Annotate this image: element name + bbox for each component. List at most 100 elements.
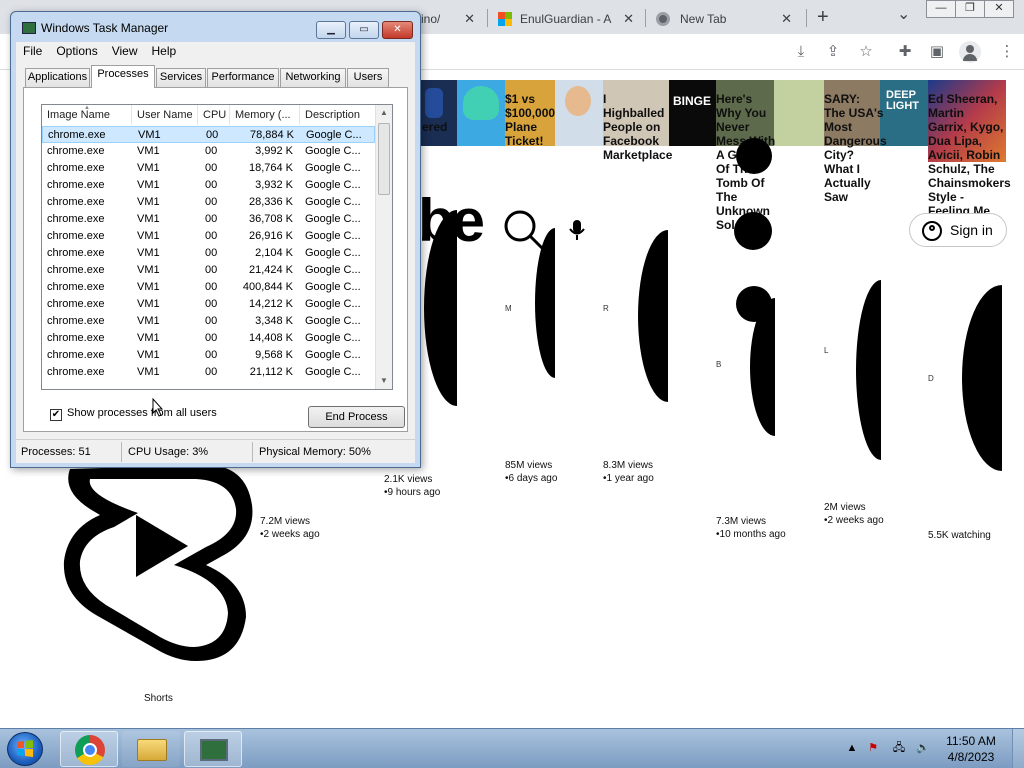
chrome-icon	[75, 735, 105, 765]
table-row[interactable]: chrome.exe VM1 00 3,992 K Google C...	[42, 143, 375, 160]
show-all-users-checkbox[interactable]: ✔	[50, 409, 62, 421]
video-title[interactable]: I Highballed People on Facebook Marketpl…	[603, 92, 672, 162]
menu-file[interactable]: File	[16, 42, 49, 60]
show-all-users-label[interactable]: Show processes from all users	[67, 407, 217, 419]
download-icon[interactable]: ⤓	[791, 42, 811, 62]
video-age: •9 hours ago	[384, 487, 441, 498]
cell-user: VM1	[137, 230, 160, 242]
show-hidden-icons[interactable]: ▲	[845, 741, 859, 755]
share-icon[interactable]: ⇪	[823, 42, 843, 62]
cell-image: chrome.exe	[47, 315, 105, 327]
close-button[interactable]: ✕	[382, 21, 413, 39]
table-row[interactable]: chrome.exe VM1 00 28,336 K Google C...	[42, 194, 375, 211]
tab-close-icon[interactable]: ✕	[623, 11, 634, 27]
minimize-button[interactable]: —	[926, 0, 956, 18]
video-thumbnail[interactable]: DEEP LIGHT	[880, 80, 928, 146]
vertical-scrollbar[interactable]: ▲ ▼	[375, 105, 392, 389]
show-desktop-button[interactable]	[1012, 729, 1024, 768]
video-title[interactable]: $1 vs $100,000 Plane Ticket!	[505, 92, 565, 148]
channel-avatar	[734, 212, 772, 250]
start-button[interactable]	[7, 732, 43, 766]
side-panel-icon[interactable]: ▣	[927, 42, 947, 62]
cell-desc: Google C...	[305, 298, 361, 310]
video-thumbnail[interactable]	[774, 80, 824, 146]
profile-icon[interactable]	[959, 41, 981, 63]
cell-image: chrome.exe	[47, 366, 105, 378]
action-center-flag-icon[interactable]: ⚑	[866, 741, 880, 755]
taskbar-task-manager[interactable]	[184, 731, 242, 767]
scrollbar-thumb[interactable]	[378, 123, 390, 195]
taskbar-explorer[interactable]	[122, 731, 180, 767]
search-icon[interactable]	[503, 209, 545, 254]
table-row[interactable]: chrome.exe VM1 00 26,916 K Google C...	[42, 228, 375, 245]
microphone-icon[interactable]	[568, 218, 586, 245]
sort-ascending-icon: ▲	[84, 105, 90, 111]
bookmark-star-icon[interactable]: ☆	[856, 42, 876, 62]
table-row[interactable]: chrome.exe VM1 00 21,112 K Google C...	[42, 364, 375, 381]
chrome-menu-icon[interactable]: ⋮	[997, 42, 1017, 62]
video-thumbnail[interactable]	[457, 80, 505, 146]
status-separator	[121, 442, 122, 462]
video-title[interactable]: ered	[422, 120, 458, 134]
column-header-description[interactable]: Description	[300, 105, 376, 125]
video-thumbnail[interactable]	[421, 80, 457, 146]
maximize-button[interactable]: ❐	[955, 0, 985, 18]
volume-muted-icon[interactable]: 🔈	[916, 741, 930, 755]
tab-users[interactable]: Users	[347, 68, 389, 87]
cell-cpu: 00	[205, 162, 218, 174]
column-header-memory[interactable]: Memory (...	[230, 105, 300, 125]
table-row[interactable]: chrome.exe VM1 00 2,104 K Google C...	[42, 245, 375, 262]
close-button[interactable]: ✕	[984, 0, 1014, 18]
cell-user: VM1	[137, 332, 160, 344]
sign-in-button[interactable]: Sign in	[909, 213, 1007, 247]
network-icon[interactable]: 🖧	[892, 741, 906, 755]
tab-networking[interactable]: Networking	[280, 68, 346, 87]
table-row[interactable]: chrome.exe VM1 00 14,408 K Google C...	[42, 330, 375, 347]
column-header-user-name[interactable]: User Name	[132, 105, 198, 125]
table-row[interactable]: chrome.exe VM1 00 78,884 K Google C...	[42, 126, 375, 143]
minimize-button[interactable]: ▁	[316, 21, 346, 39]
menu-view[interactable]: View	[105, 42, 145, 60]
chrome-tab-1[interactable]: ino/ ✕	[415, 4, 485, 34]
new-tab-button[interactable]: +	[817, 6, 829, 29]
scroll-down-icon[interactable]: ▼	[376, 373, 392, 389]
status-separator	[252, 442, 253, 462]
extensions-icon[interactable]: ✚	[895, 42, 915, 62]
table-row[interactable]: chrome.exe VM1 00 3,348 K Google C...	[42, 313, 375, 330]
process-list[interactable]: Image Name ▲ User Name CPU Memory (... D…	[41, 104, 393, 390]
tab-services[interactable]: Services	[156, 68, 206, 87]
end-process-button[interactable]: End Process	[308, 406, 405, 428]
tab-applications[interactable]: Applications	[25, 68, 90, 87]
chrome-tab-2[interactable]: EnulGuardian - A ✕	[492, 4, 642, 34]
table-row[interactable]: chrome.exe VM1 00 3,932 K Google C...	[42, 177, 375, 194]
maximize-button[interactable]: ▭	[349, 21, 379, 39]
tab-close-icon[interactable]: ✕	[464, 11, 475, 27]
clock-date: 4/8/2023	[947, 750, 995, 764]
taskbar-chrome[interactable]	[60, 731, 118, 767]
tab-performance[interactable]: Performance	[207, 68, 279, 87]
table-row[interactable]: chrome.exe VM1 00 18,764 K Google C...	[42, 160, 375, 177]
chrome-tab-3[interactable]: New Tab ✕	[650, 4, 800, 34]
tab-search-dropdown-icon[interactable]: ⌄	[897, 4, 910, 24]
task-manager-titlebar[interactable]: Windows Task Manager ▁ ▭ ✕	[11, 12, 420, 42]
table-row[interactable]: chrome.exe VM1 00 400,844 K Google C...	[42, 279, 375, 296]
cell-mem: 36,708 K	[248, 213, 293, 225]
tab-processes[interactable]: Processes	[91, 65, 155, 88]
video-thumbnail[interactable]: BINGE	[669, 80, 716, 146]
table-row[interactable]: chrome.exe VM1 00 36,708 K Google C...	[42, 211, 375, 228]
video-title[interactable]: SARY: The USA's Most Dangerous City? Wha…	[824, 92, 887, 204]
tab-close-icon[interactable]: ✕	[781, 11, 792, 27]
table-row[interactable]: chrome.exe VM1 00 21,424 K Google C...	[42, 262, 375, 279]
scroll-up-icon[interactable]: ▲	[376, 105, 392, 121]
table-row[interactable]: chrome.exe VM1 00 14,212 K Google C...	[42, 296, 375, 313]
video-title[interactable]: Ed Sheeran, Martin Garrix, Kygo, Dua Lip…	[928, 92, 1011, 218]
menu-help[interactable]: Help	[145, 42, 184, 60]
shorts-label[interactable]: Shorts	[144, 693, 173, 704]
column-header-cpu[interactable]: CPU	[198, 105, 230, 125]
cell-mem: 3,348 K	[255, 315, 293, 327]
menu-options[interactable]: Options	[49, 42, 104, 60]
cell-user: VM1	[138, 129, 161, 141]
table-row[interactable]: chrome.exe VM1 00 9,568 K Google C...	[42, 347, 375, 364]
shorts-icon[interactable]	[56, 455, 260, 672]
system-clock[interactable]: 11:50 AM 4/8/2023	[935, 733, 1007, 765]
